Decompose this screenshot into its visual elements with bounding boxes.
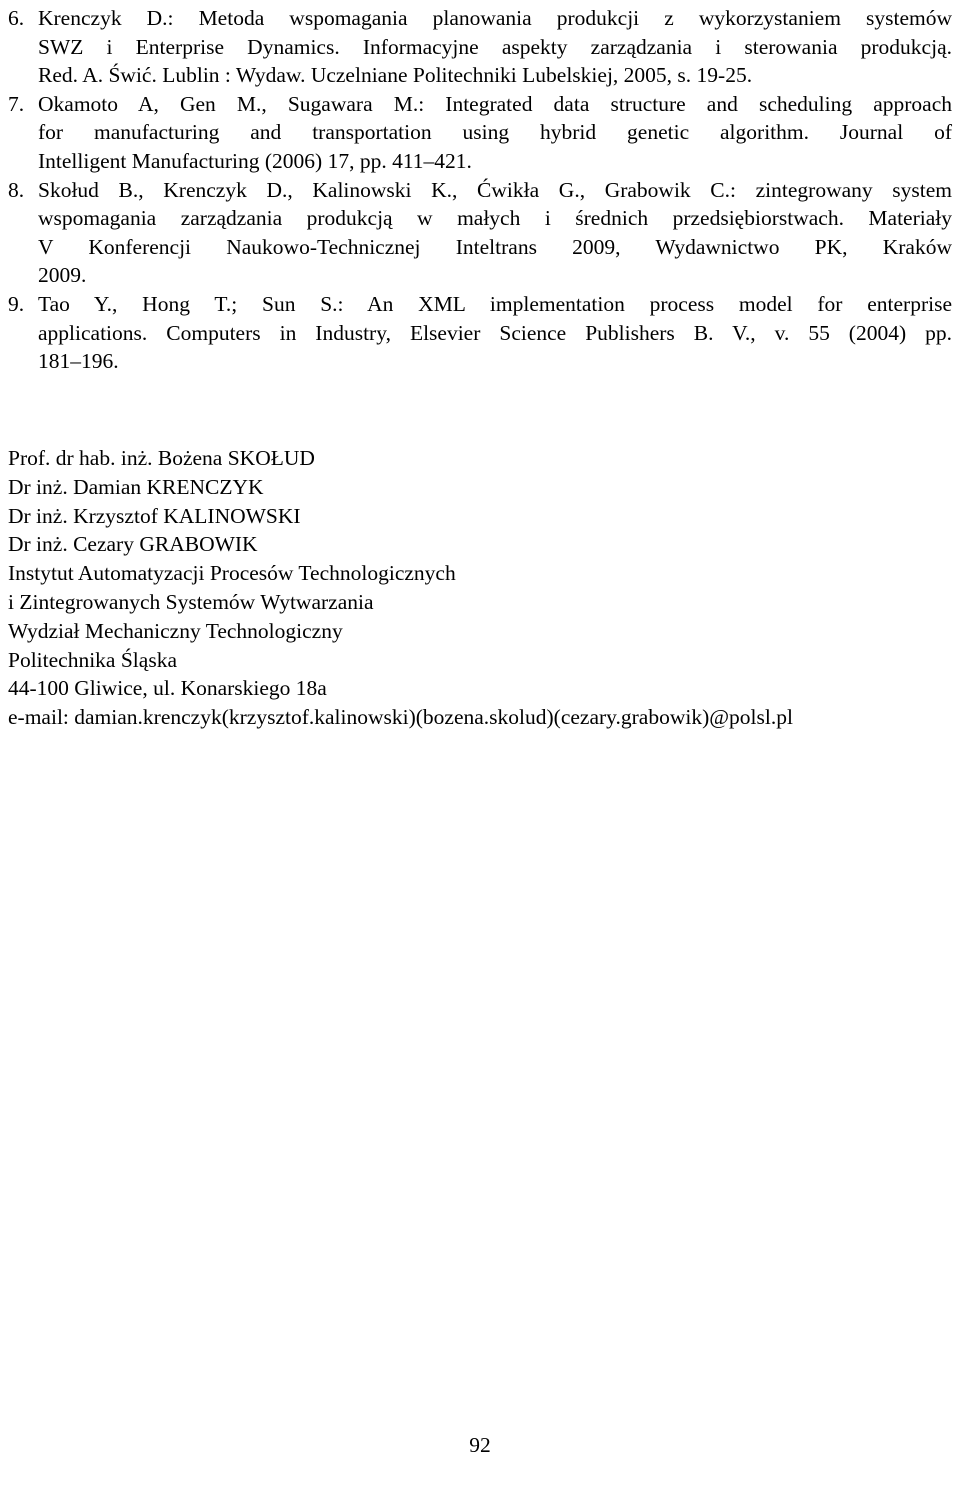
reference-line: V Konferencji Naukowo-Technicznej Intelt… [38,234,952,259]
reference-text-6: Krenczyk D.: Metoda wspomagania planowan… [38,4,952,90]
reference-line: applications. Computers in Industry, Els… [38,320,952,345]
reference-entry-7: 7. Okamoto A, Gen M., Sugawara M.: Integ… [8,90,952,176]
author-name-krenczyk: Dr inż. Damian KRENCZYK [8,474,264,499]
reference-line: Red. A. Świć. Lublin : Wydaw. Uczelniane… [38,63,753,88]
reference-line: Tao Y., Hong T.; Sun S.: An XML implemen… [38,291,952,316]
reference-line: Okamoto A, Gen M., Sugawara M.: Integrat… [38,91,952,116]
reference-number-7: 7. [8,91,25,116]
reference-entry-6: 6. Krenczyk D.: Metoda wspomagania plano… [8,4,952,90]
reference-entry-8: 8. Skołud B., Krenczyk D., Kalinowski K.… [8,176,952,290]
affiliation-email: e-mail: damian.krenczyk(krzysztof.kalino… [8,705,793,730]
reference-line: 2009. [38,263,87,288]
reference-line: wspomagania zarządzania produkcją w mały… [38,206,952,231]
reference-number-8: 8. [8,177,25,202]
reference-line: Krenczyk D.: Metoda wspomagania planowan… [38,6,952,30]
affiliation-faculty: Wydział Mechaniczny Technologiczny [8,618,343,643]
document-page: 6. Krenczyk D.: Metoda wspomagania plano… [0,0,960,1492]
affiliation-address: 44-100 Gliwice, ul. Konarskiego 18a [8,676,327,701]
reference-text-7: Okamoto A, Gen M., Sugawara M.: Integrat… [38,90,952,176]
reference-entry-9: 9. Tao Y., Hong T.; Sun S.: An XML imple… [8,290,952,376]
affiliation-university: Politechnika Śląska [8,647,177,672]
reference-text-8: Skołud B., Krenczyk D., Kalinowski K., Ć… [38,176,952,290]
reference-line: 181–196. [38,349,119,374]
reference-text-9: Tao Y., Hong T.; Sun S.: An XML implemen… [38,290,952,376]
author-name-grabowik: Dr inż. Cezary GRABOWIK [8,532,258,557]
reference-line: SWZ i Enterprise Dynamics. Informacyjne … [38,34,952,59]
reference-line: for manufacturing and transportation usi… [38,120,952,145]
page-number: 92 [469,1433,491,1457]
reference-line: Intelligent Manufacturing (2006) 17, pp.… [38,148,472,173]
author-affiliation-block: Prof. dr hab. inż. Bożena SKOŁUD Dr inż.… [8,444,952,732]
reference-line: Skołud B., Krenczyk D., Kalinowski K., Ć… [38,177,952,202]
affiliation-institute-line-1: Instytut Automatyzacji Procesów Technolo… [8,561,456,586]
reference-number-6: 6. [8,6,25,30]
reference-list: 6. Krenczyk D.: Metoda wspomagania plano… [8,4,952,376]
affiliation-institute-line-2: i Zintegrowanych Systemów Wytwarzania [8,589,374,614]
reference-number-9: 9. [8,291,25,316]
author-name-skolud: Prof. dr hab. inż. Bożena SKOŁUD [8,446,315,470]
author-name-kalinowski: Dr inż. Krzysztof KALINOWSKI [8,503,301,528]
